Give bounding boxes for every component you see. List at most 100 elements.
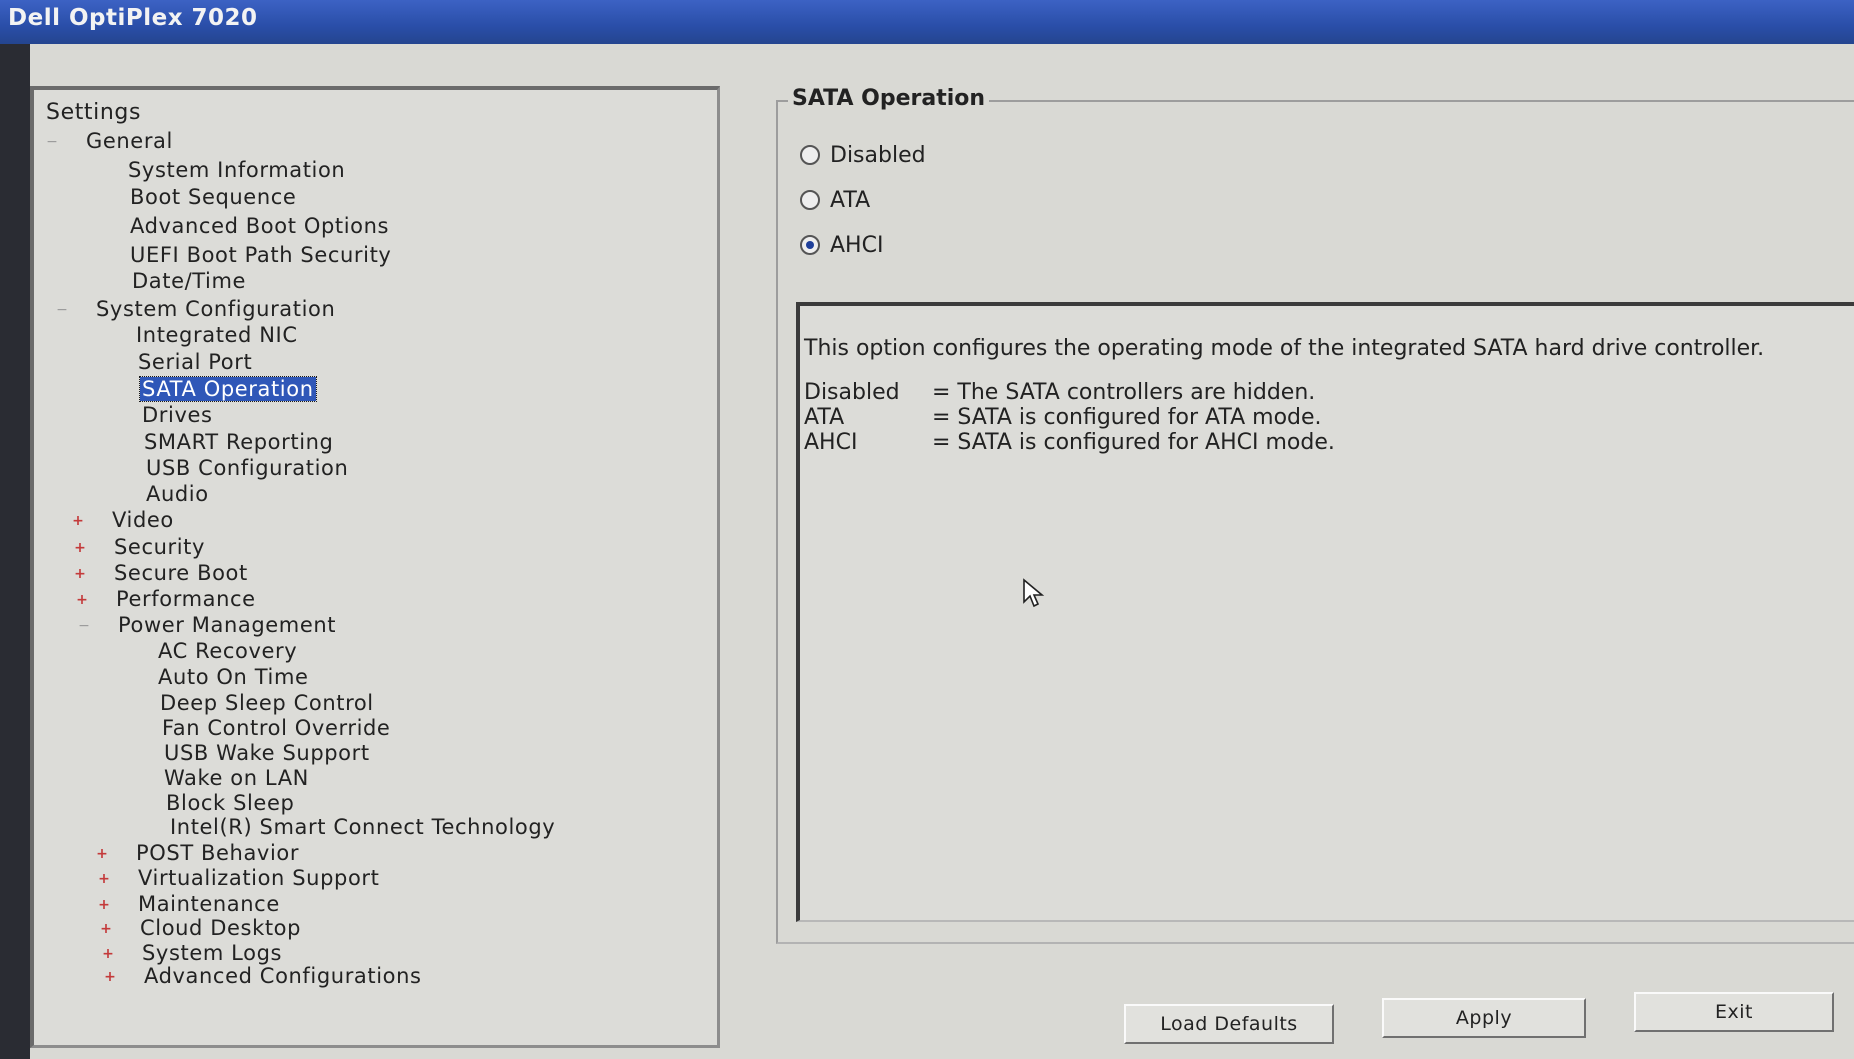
- tree-node-label: SMART Reporting: [144, 430, 334, 454]
- apply-button[interactable]: Apply: [1382, 998, 1586, 1038]
- tree-node-label: Drives: [142, 403, 213, 427]
- tree-item-ac-recovery[interactable]: AC Recovery: [158, 639, 297, 663]
- tree-item-drives[interactable]: Drives: [142, 403, 213, 427]
- tree-node-label: Serial Port: [138, 350, 253, 374]
- radio-label: AHCI: [830, 233, 884, 258]
- tree-item-uefi-boot-path-security[interactable]: UEFI Boot Path Security: [130, 243, 391, 267]
- tree-node-label: System Configuration: [96, 297, 336, 321]
- tree-item-performance[interactable]: Performance: [116, 587, 256, 611]
- tree-node-label: Maintenance: [138, 892, 280, 916]
- tree-item-cloud-desktop[interactable]: Cloud Desktop: [140, 916, 301, 940]
- tree-item-system-information[interactable]: System Information: [128, 158, 345, 182]
- window-title: Dell OptiPlex 7020: [0, 0, 1854, 44]
- help-intro: This option configures the operating mod…: [804, 336, 1765, 361]
- tree-node-label: AC Recovery: [158, 639, 298, 663]
- tree-item-virtualization-support[interactable]: Virtualization Support: [138, 866, 379, 890]
- tree-node-label: Auto On Time: [158, 665, 309, 689]
- mouse-cursor-icon: [1023, 578, 1045, 608]
- tree-node-label: System Information: [128, 158, 346, 182]
- collapse-icon[interactable]: −: [56, 303, 68, 317]
- tree-node-label: Boot Sequence: [130, 185, 297, 209]
- tree-item-general[interactable]: General: [86, 129, 173, 153]
- tree-item-system-logs[interactable]: System Logs: [142, 941, 282, 965]
- help-key: Disabled: [804, 380, 900, 405]
- tree-node-label: Intel(R) Smart Connect Technology: [170, 815, 556, 839]
- tree-node-label: Advanced Configurations: [144, 964, 422, 988]
- tree-item-boot-sequence[interactable]: Boot Sequence: [130, 185, 296, 209]
- tree-item-power-management[interactable]: Power Management: [118, 613, 336, 637]
- help-value: = SATA is configured for AHCI mode.: [932, 430, 1335, 455]
- screen-bezel: [0, 44, 30, 1059]
- collapse-icon[interactable]: −: [46, 135, 58, 149]
- tree-item-sata-operation[interactable]: SATA Operation: [139, 376, 317, 402]
- tree-item-post-behavior[interactable]: POST Behavior: [136, 841, 299, 865]
- tree-item-wake-on-lan[interactable]: Wake on LAN: [164, 766, 309, 790]
- expand-icon[interactable]: +: [104, 970, 116, 984]
- expand-icon[interactable]: +: [98, 898, 110, 912]
- tree-item-system-configuration[interactable]: System Configuration: [96, 297, 335, 321]
- radio-icon: [800, 145, 820, 165]
- tree-node-label: Secure Boot: [114, 561, 248, 585]
- tree-item-fan-control-override[interactable]: Fan Control Override: [162, 716, 390, 740]
- tree-item-security[interactable]: Security: [114, 535, 205, 559]
- tree-item-audio[interactable]: Audio: [146, 482, 209, 506]
- radio-label: Disabled: [830, 143, 926, 168]
- tree-node-label: Cloud Desktop: [140, 916, 302, 940]
- radio-disabled[interactable]: Disabled: [800, 143, 926, 168]
- expand-icon[interactable]: +: [102, 947, 114, 961]
- tree-item-serial-port[interactable]: Serial Port: [138, 350, 252, 374]
- help-value: = The SATA controllers are hidden.: [932, 380, 1316, 405]
- tree-node-label: Audio: [146, 482, 209, 506]
- collapse-icon[interactable]: −: [78, 619, 90, 633]
- expand-icon[interactable]: +: [96, 847, 108, 861]
- tree-node-label: Performance: [116, 587, 256, 611]
- expand-icon[interactable]: +: [98, 872, 110, 886]
- tree-node-label: Virtualization Support: [138, 866, 380, 890]
- tree-item-usb-configuration[interactable]: USB Configuration: [146, 456, 348, 480]
- tree-node-label: Date/Time: [132, 269, 247, 293]
- tree-item-intel-r-smart-connect-technology[interactable]: Intel(R) Smart Connect Technology: [170, 815, 555, 839]
- load-defaults-button[interactable]: Load Defaults: [1124, 1004, 1334, 1044]
- radio-selected-dot: [806, 241, 814, 249]
- radio-icon: [800, 235, 820, 255]
- tree-item-smart-reporting[interactable]: SMART Reporting: [144, 430, 333, 454]
- tree-node-label: Wake on LAN: [164, 766, 309, 790]
- tree-item-advanced-boot-options[interactable]: Advanced Boot Options: [130, 214, 389, 238]
- tree-node-label: Video: [112, 508, 174, 532]
- radio-ahci[interactable]: AHCI: [800, 233, 883, 258]
- tree-item-usb-wake-support[interactable]: USB Wake Support: [164, 741, 370, 765]
- tree-node-label: Block Sleep: [166, 791, 295, 815]
- tree-node-label: Fan Control Override: [162, 716, 391, 740]
- tree-node-label: General: [86, 129, 173, 153]
- expand-icon[interactable]: +: [74, 567, 86, 581]
- tree-node-label: Integrated NIC: [136, 323, 298, 347]
- radio-label: ATA: [830, 188, 871, 213]
- tree-item-auto-on-time[interactable]: Auto On Time: [158, 665, 309, 689]
- tree-item-integrated-nic[interactable]: Integrated NIC: [136, 323, 298, 347]
- expand-icon[interactable]: +: [74, 541, 86, 555]
- expand-icon[interactable]: +: [100, 922, 112, 936]
- tree-node-label: SATA Operation: [139, 376, 317, 402]
- radio-ata[interactable]: ATA: [800, 188, 870, 213]
- tree-node-label: Advanced Boot Options: [130, 214, 390, 238]
- tree-item-deep-sleep-control[interactable]: Deep Sleep Control: [160, 691, 374, 715]
- help-key: AHCI: [804, 430, 858, 455]
- tree-node-label: USB Configuration: [146, 456, 349, 480]
- bios-screen: Dell OptiPlex 7020 Settings General − Syste…: [0, 0, 1854, 1059]
- expand-icon[interactable]: +: [76, 593, 88, 607]
- tree-item-secure-boot[interactable]: Secure Boot: [114, 561, 248, 585]
- tree-node-label: Security: [114, 535, 206, 559]
- tree-node-label: UEFI Boot Path Security: [130, 243, 392, 267]
- help-key: ATA: [804, 405, 845, 430]
- tree-node-label: System Logs: [142, 941, 283, 965]
- tree-item-block-sleep[interactable]: Block Sleep: [166, 791, 294, 815]
- tree-item-maintenance[interactable]: Maintenance: [138, 892, 280, 916]
- exit-button[interactable]: Exit: [1634, 992, 1834, 1032]
- tree-node-label: POST Behavior: [136, 841, 300, 865]
- tree-item-date-time[interactable]: Date/Time: [132, 269, 246, 293]
- expand-icon[interactable]: +: [72, 514, 84, 528]
- tree-node-label: Settings: [46, 100, 142, 125]
- tree-item-advanced-configurations[interactable]: Advanced Configurations: [144, 964, 422, 988]
- tree-item-video[interactable]: Video: [112, 508, 174, 532]
- tree-root: Settings: [46, 100, 141, 125]
